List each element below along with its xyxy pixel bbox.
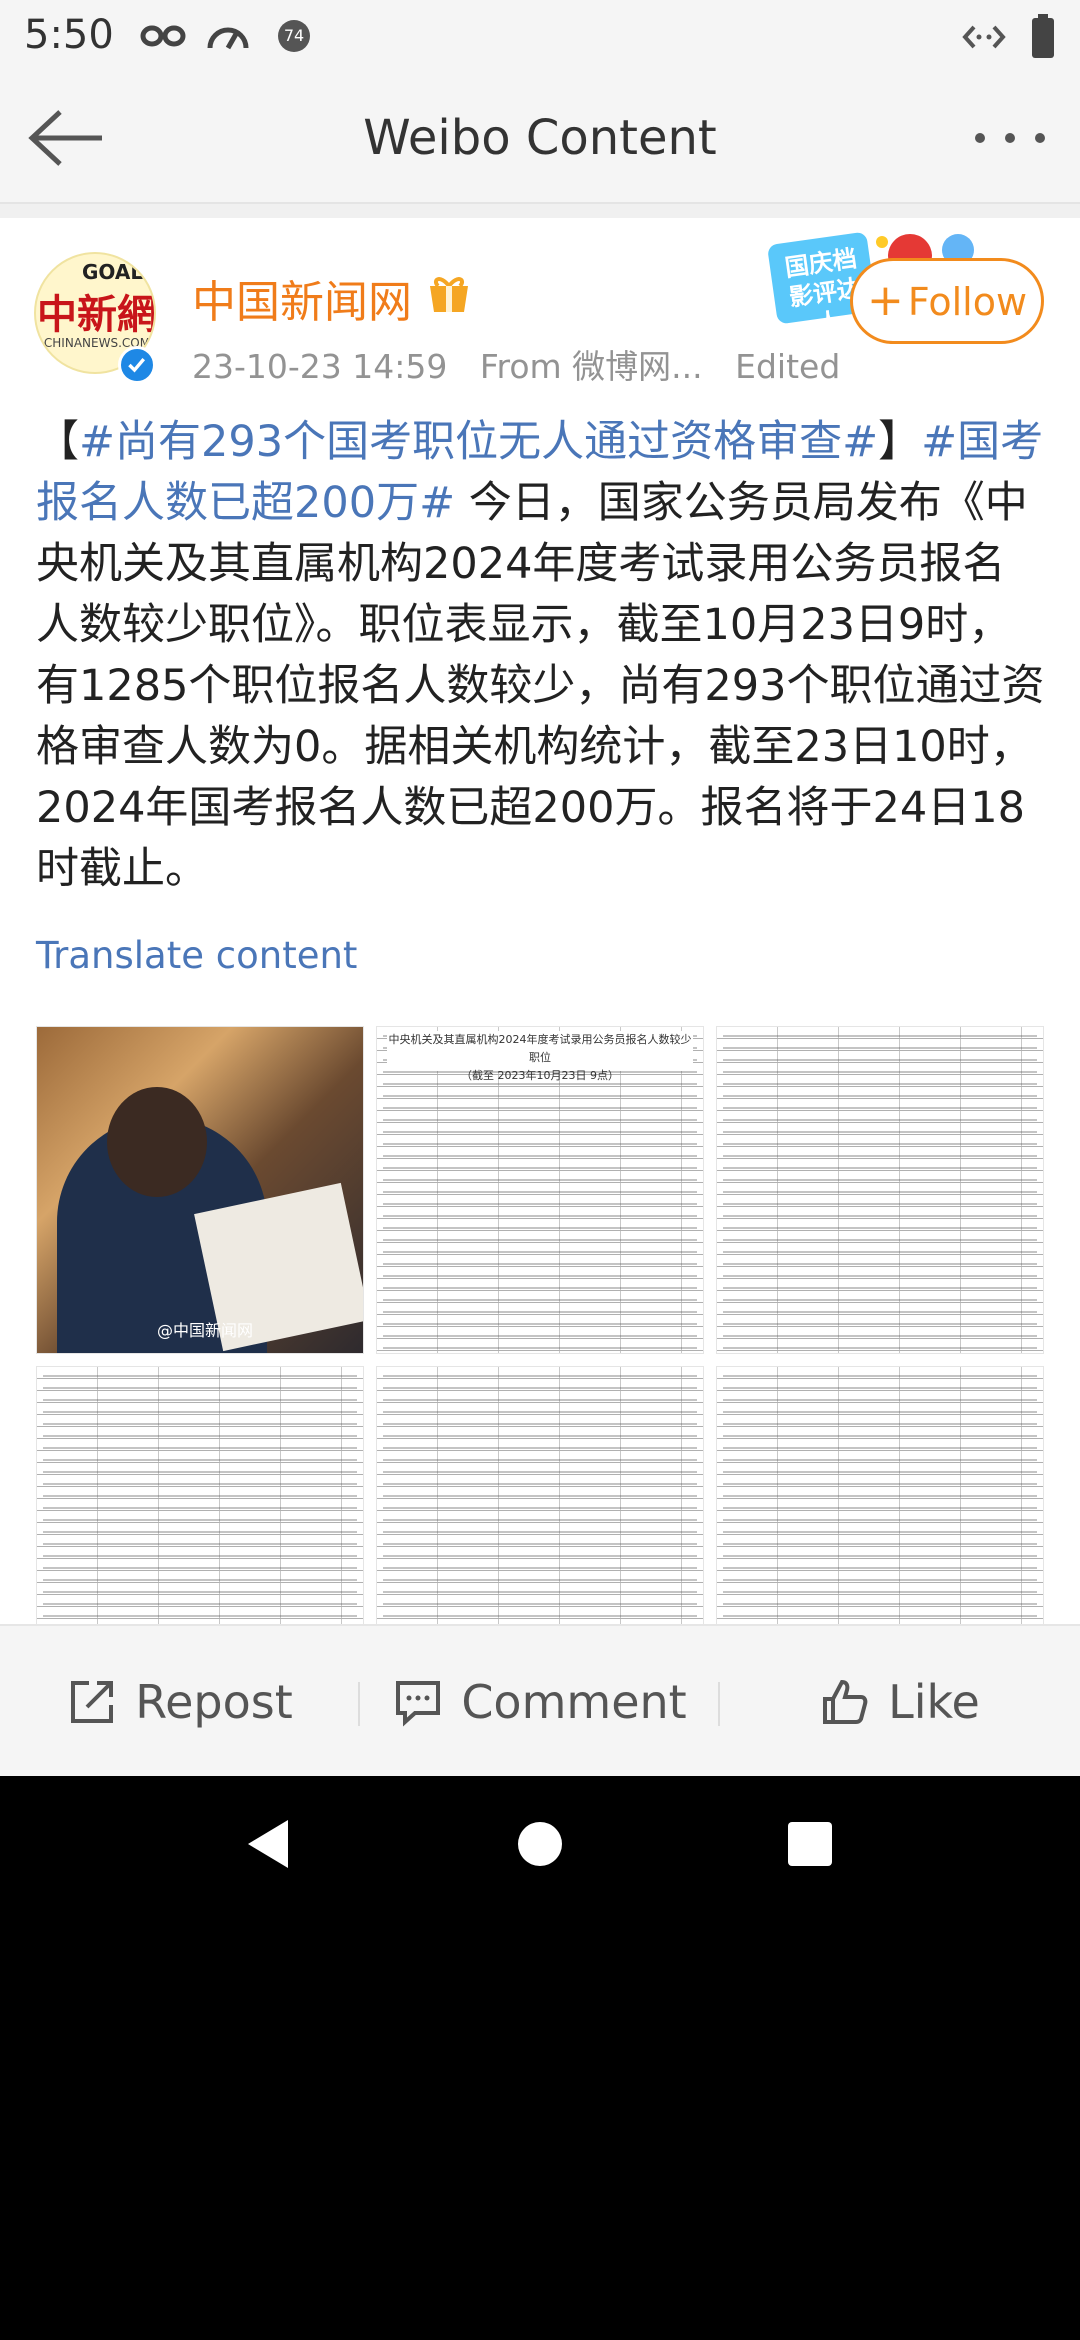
system-nav-bar [0,1776,1080,1916]
notification-count-icon: 74 [278,20,310,52]
post-image-3[interactable] [716,1026,1044,1354]
system-home-icon[interactable] [516,1816,564,1872]
plus-icon: + [866,275,904,326]
bracket-open: 【 [36,417,79,467]
avatar-goal-text: GOAL! [82,260,153,284]
system-back-icon[interactable] [244,1816,292,1872]
post-timestamp: 23-10-23 14:59 [192,347,448,386]
status-bar: 5:50 74 [0,0,1080,72]
avatar-logo-text: 中新網 [37,291,156,338]
like-label: Like [888,1675,980,1729]
follow-label: Follow [907,280,1028,324]
post-edited: Edited [735,347,841,386]
author-name[interactable]: 中国新闻网 [192,266,412,330]
battery-icon [1032,14,1054,58]
speedometer-icon [207,27,249,50]
share-icon [71,1681,114,1723]
post-image-2[interactable]: 中央机关及其直属机构2024年度考试录用公务员报名人数较少职位 （截至 2023… [376,1026,704,1354]
post-source: From 微博网... [479,347,703,386]
post-text: 今日，国家公务员局发布《中央机关及其直属机构2024年度考试录用公务员报名人数较… [36,478,1045,894]
repost-label: Repost [135,1675,293,1729]
system-recents-icon[interactable] [786,1816,834,1872]
weibo-app: 5:50 74 Weibo Content GOAL! 中新網 CHINANEW… [0,0,1080,1776]
sheet-title-text: 中央机关及其直属机构2024年度考试录用公务员报名人数较少职位 [388,1033,692,1064]
status-time: 5:50 [24,12,114,58]
image-watermark: @中国新闻网 [157,1321,254,1340]
post-body: 【#尚有293个国考职位无人通过资格审查#】#国考报名人数已超200万# 今日，… [36,412,1046,900]
infinity-icon [140,25,186,47]
comment-icon [396,1681,441,1727]
repost-button[interactable]: Repost [0,1626,360,1776]
page-title: Weibo Content [363,110,717,166]
gift-badge-icon [430,277,468,312]
sheet-lines [723,1031,1037,1353]
follow-button[interactable]: + Follow [850,258,1044,344]
thumbs-up-icon [823,1679,868,1724]
action-bar: Repost Comment Like [0,1624,1080,1776]
sheet-subtitle-text: （截至 2023年10月23日 9点） [461,1069,619,1082]
translate-link[interactable]: Translate content [36,934,357,977]
comment-button[interactable]: Comment [360,1626,720,1776]
comment-label: Comment [461,1675,687,1729]
nav-bar: Weibo Content [0,72,1080,204]
bracket-close: 】 [878,417,922,467]
hashtag-link-1[interactable]: #尚有293个国考职位无人通过资格审查# [79,417,878,467]
like-button[interactable]: Like [720,1626,1080,1776]
section-divider [0,204,1080,218]
post-image-1[interactable]: @中国新闻网 [36,1026,364,1354]
code-icon [962,25,1006,49]
verified-icon [118,346,156,384]
sheet-title: 中央机关及其直属机构2024年度考试录用公务员报名人数较少职位 （截至 2023… [387,1031,693,1082]
post-meta: 23-10-23 14:59 From 微博网... Edited [192,340,862,388]
more-dots-icon[interactable] [970,120,1050,156]
image-head [107,1087,207,1197]
